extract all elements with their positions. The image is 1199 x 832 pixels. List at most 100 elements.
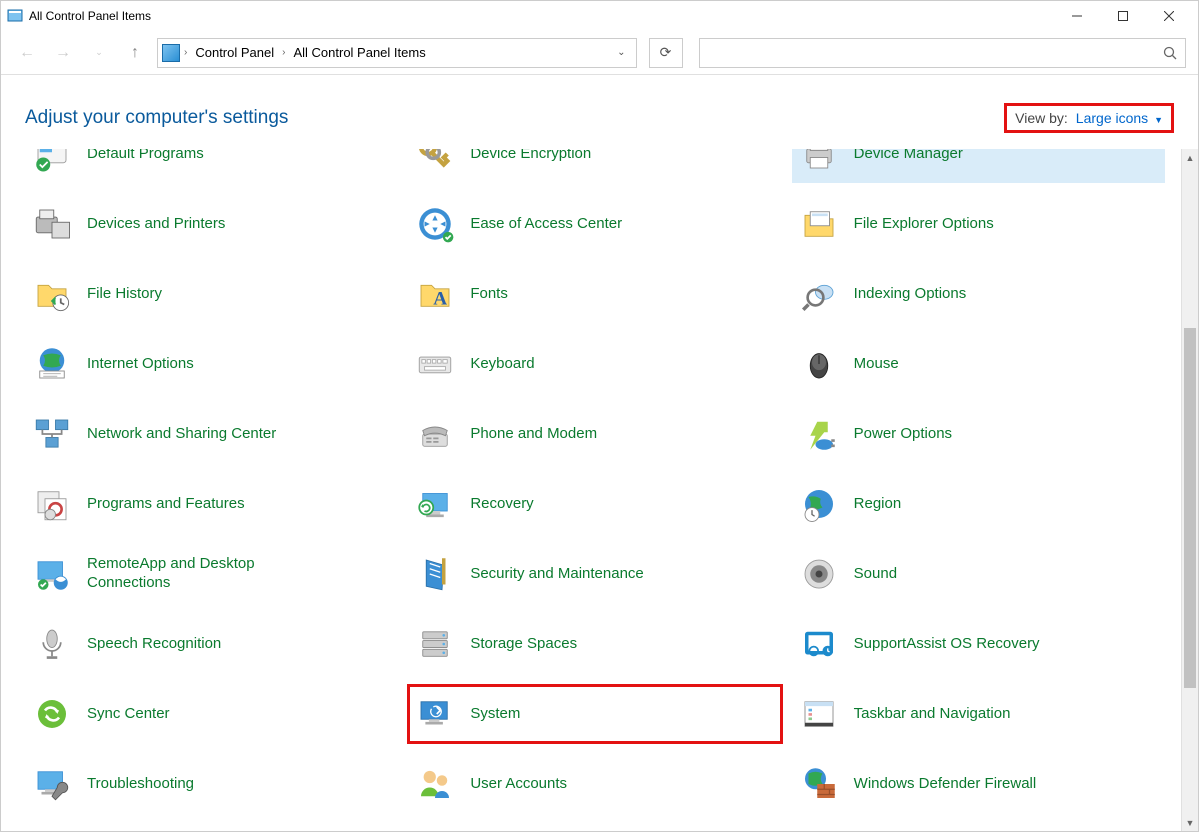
control-panel-item[interactable]: Devices and Printers [25,195,398,253]
control-panel-item[interactable]: SupportAssist OS Recovery [792,615,1165,673]
item-label: RemoteApp and Desktop Connections [87,555,307,593]
ease-icon [412,201,458,247]
view-by-dropdown[interactable]: View by: Large icons ▼ [1004,103,1174,133]
control-panel-item[interactable]: Indexing Options [792,265,1165,323]
control-panel-item[interactable]: User Accounts [408,755,781,813]
maximize-button[interactable] [1100,1,1146,31]
control-panel-item[interactable]: Storage Spaces [408,615,781,673]
item-label: Indexing Options [854,285,967,304]
control-panel-item[interactable]: Taskbar and Navigation [792,685,1165,743]
forward-button[interactable]: → [49,39,77,67]
control-panel-item[interactable]: Device Manager [792,149,1165,183]
title-bar[interactable]: All Control Panel Items [1,1,1198,31]
control-panel-item[interactable]: File Explorer Options [792,195,1165,253]
back-button[interactable]: ← [13,39,41,67]
item-label: Device Manager [854,149,963,163]
scroll-thumb[interactable] [1184,328,1196,688]
control-panel-item[interactable]: Sync Center [25,685,398,743]
scroll-up-button[interactable]: ▲ [1182,149,1198,166]
item-label: File Explorer Options [854,215,994,234]
search-input[interactable] [708,45,1164,60]
recent-dropdown[interactable]: ⌄ [85,39,113,67]
item-label: User Accounts [470,775,567,794]
control-panel-item[interactable]: Network and Sharing Center [25,405,398,463]
chevron-right-icon[interactable]: › [184,47,187,58]
chevron-right-icon[interactable]: › [282,47,285,58]
close-button[interactable] [1146,1,1192,31]
control-panel-item[interactable]: Programs and Features [25,475,398,533]
control-panel-item[interactable]: Windows Mobility Center [25,825,398,831]
taskbar-icon [796,691,842,737]
refresh-button[interactable]: ⟳ [649,38,683,68]
control-panel-item[interactable]: Keyboard [408,335,781,393]
item-label: Recovery [470,495,533,514]
indexing-icon [796,271,842,317]
defaults-icon [29,149,75,177]
search-icon[interactable] [1163,46,1177,60]
vertical-scrollbar[interactable]: ▲ ▼ [1181,149,1198,831]
address-bar[interactable]: › Control Panel › All Control Panel Item… [157,38,637,68]
remote-icon [29,551,75,597]
breadcrumb-item[interactable]: Control Panel [191,43,278,62]
control-panel-item[interactable]: Security and Maintenance [408,545,781,603]
up-button[interactable]: ↑ [121,39,149,67]
folderopt-icon [796,201,842,247]
item-label: Sound [854,565,897,584]
minimize-button[interactable] [1054,1,1100,31]
power-icon [796,411,842,457]
sync-icon [29,691,75,737]
header-row: Adjust your computer's settings View by:… [1,75,1198,149]
item-label: Sync Center [87,705,170,724]
fonts-icon: A [412,271,458,317]
item-label: Network and Sharing Center [87,425,276,444]
items-grid: Default Programs Device Encryption Device … [1,149,1181,831]
search-box[interactable] [699,38,1187,68]
item-label: Speech Recognition [87,635,221,654]
content-area: Default Programs Device Encryption Device … [1,149,1198,831]
control-panel-item[interactable]: System [408,685,781,743]
keyboard-icon [412,341,458,387]
control-panel-item[interactable]: Phone and Modem [408,405,781,463]
control-panel-item[interactable]: Internet Options [25,335,398,393]
control-panel-item[interactable]: Speech Recognition [25,615,398,673]
mouse-icon [796,341,842,387]
storage-icon [412,621,458,667]
chevron-down-icon[interactable]: ▼ [1154,115,1163,125]
control-panel-item[interactable]: Default Programs [25,149,398,183]
item-label: Ease of Access Center [470,215,622,234]
address-dropdown[interactable]: ⌄ [611,47,631,58]
app-icon [7,8,23,24]
control-panel-item[interactable]: Mouse [792,335,1165,393]
control-panel-item[interactable]: A Fonts [408,265,781,323]
sound-icon [796,551,842,597]
control-panel-item[interactable]: Windows Defender Firewall [792,755,1165,813]
address-root-icon[interactable] [162,44,180,62]
scroll-down-button[interactable]: ▼ [1182,814,1198,831]
control-panel-item[interactable]: Power Options [792,405,1165,463]
item-label: Storage Spaces [470,635,577,654]
item-label: Region [854,495,902,514]
view-by-value[interactable]: Large icons [1076,110,1148,126]
item-label: Default Programs [87,149,204,163]
control-panel-item[interactable]: Troubleshooting [25,755,398,813]
item-label: Taskbar and Navigation [854,705,1011,724]
control-panel-item[interactable]: Sound [792,545,1165,603]
control-panel-item[interactable]: Ease of Access Center [408,195,781,253]
control-panel-item[interactable]: File History [25,265,398,323]
system-icon [412,691,458,737]
control-panel-item[interactable]: Work Folders [408,825,781,831]
control-panel-item[interactable]: Recovery [408,475,781,533]
item-label: Security and Maintenance [470,565,643,584]
control-panel-item[interactable]: Region [792,475,1165,533]
view-by-label: View by: [1015,110,1068,126]
item-label: Mouse [854,355,899,374]
control-panel-item[interactable]: Device Encryption [408,149,781,183]
item-label: Troubleshooting [87,775,194,794]
item-label: Internet Options [87,355,194,374]
scroll-track[interactable] [1182,166,1198,814]
item-label: Fonts [470,285,508,304]
item-label: Phone and Modem [470,425,597,444]
window: All Control Panel Items ← → ⌄ ↑ › Contro… [0,0,1199,832]
control-panel-item[interactable]: RemoteApp and Desktop Connections [25,545,398,603]
breadcrumb-item[interactable]: All Control Panel Items [289,43,429,62]
